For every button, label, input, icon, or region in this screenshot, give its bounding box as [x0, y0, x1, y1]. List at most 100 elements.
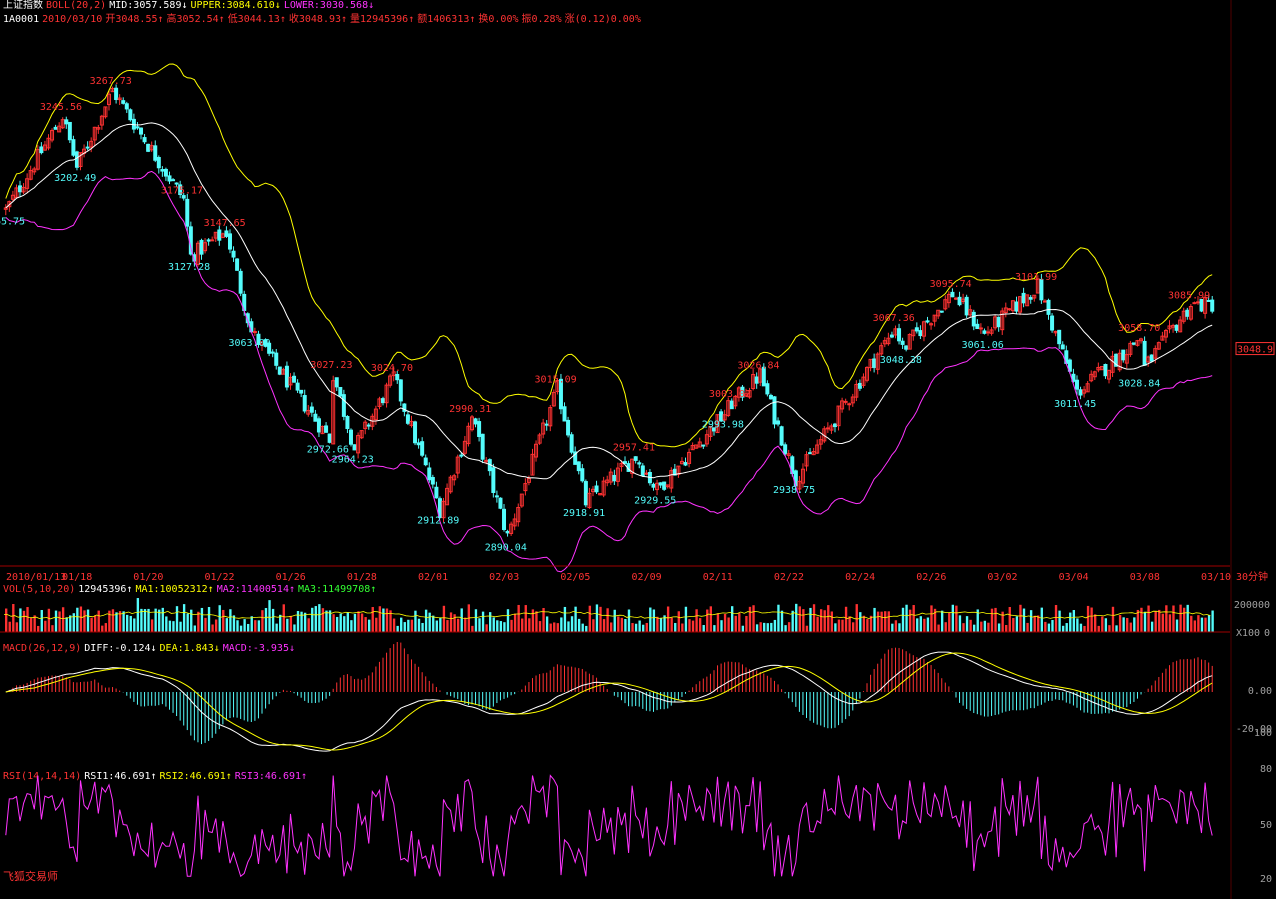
volume-bar	[143, 609, 147, 632]
volume-bar	[973, 624, 976, 632]
candle-body	[783, 444, 788, 455]
volume-bar	[709, 606, 713, 632]
price-label: 3067.36	[873, 313, 915, 324]
volume-bar	[1126, 617, 1129, 632]
volume-bar	[257, 620, 261, 632]
volume-bar	[841, 619, 844, 632]
candle-body	[292, 375, 297, 383]
x-tick-label: 03/04	[1059, 572, 1089, 583]
candle-body	[1185, 309, 1190, 317]
volume-bar	[1172, 605, 1175, 632]
volume-bar	[1108, 625, 1111, 632]
volume-bar	[894, 620, 898, 632]
volume-bar	[802, 609, 805, 632]
candle-body	[768, 394, 773, 400]
candle-body	[366, 424, 371, 427]
volume-bar	[111, 609, 115, 632]
volume-bar	[652, 609, 656, 632]
volume-bar	[1182, 607, 1186, 632]
volume-bar	[898, 623, 901, 632]
volume-bar	[414, 610, 417, 632]
vol-axis-label: 200000	[1234, 600, 1270, 611]
volume-bar	[570, 616, 574, 632]
candle-body	[729, 400, 734, 410]
candle-body	[953, 297, 958, 300]
volume-bar	[1190, 615, 1193, 632]
candle-body	[160, 169, 165, 172]
price-label: 2957.41	[613, 443, 655, 454]
candle-body	[345, 416, 350, 430]
candle-body	[395, 374, 400, 381]
volume-bar	[22, 610, 26, 632]
volume-bar	[65, 617, 68, 632]
price-label: 3063.09	[228, 338, 270, 349]
price-label: 3085.99	[1168, 291, 1210, 302]
candle-body	[398, 379, 403, 402]
volume-bar	[247, 623, 250, 632]
volume-bar	[521, 618, 524, 632]
volume-bar	[261, 610, 264, 632]
volume-bar	[980, 621, 983, 632]
candle-body	[772, 396, 777, 425]
volume-bar	[880, 611, 883, 632]
volume-bar	[553, 622, 556, 632]
volume-bar	[1115, 625, 1118, 632]
volume-bar	[567, 621, 570, 632]
volume-bar	[182, 604, 186, 632]
candle-body	[975, 323, 980, 330]
x-tick-label: 02/09	[632, 572, 662, 583]
volume-bar	[923, 618, 926, 632]
price-label: 2990.31	[449, 404, 491, 415]
volume-bar	[727, 617, 730, 632]
volume-bar	[926, 617, 930, 632]
volume-bar	[126, 614, 129, 632]
candle-body	[843, 400, 848, 403]
volume-bar	[115, 612, 118, 632]
volume-bar	[282, 604, 285, 632]
candle-body	[1103, 364, 1108, 377]
volume-bar	[179, 621, 182, 632]
volume-bar	[1179, 604, 1182, 632]
candle-body	[1192, 302, 1197, 305]
volume-bar	[834, 623, 837, 632]
volume-bar	[677, 611, 680, 632]
volume-bar	[545, 616, 549, 632]
candle-body	[566, 419, 571, 436]
candle-body	[477, 421, 482, 438]
price-label: 3165.75	[0, 216, 25, 227]
volume-bar	[606, 608, 609, 632]
candle-body	[114, 87, 119, 100]
price-label: 3127.28	[168, 262, 210, 273]
volume-bar	[937, 624, 940, 632]
volume-bar	[716, 613, 720, 632]
price-label: 3147.65	[204, 218, 246, 229]
stock-chart[interactable]: 3165.75 3245.56 3202.49 3267.73 3175.17 3127.…	[0, 0, 1276, 899]
volume-bar	[577, 618, 581, 632]
volume-bar	[303, 612, 307, 632]
candle-body	[1131, 342, 1136, 345]
volume-bar	[1168, 614, 1172, 632]
candle-body	[897, 328, 902, 342]
volume-bar	[1158, 609, 1161, 632]
candle-body	[316, 418, 321, 433]
volume-bar	[1061, 625, 1065, 632]
volume-bar	[350, 620, 353, 632]
volume-bar	[442, 605, 446, 632]
volume-bar	[1076, 618, 1079, 632]
current-price-label: 3048.9	[1237, 345, 1273, 356]
volume-bar	[738, 613, 741, 632]
price-label: 2912.89	[417, 515, 459, 526]
volume-bar	[200, 607, 204, 632]
candle-body	[633, 456, 638, 461]
candle-body	[900, 340, 905, 345]
volume-bar	[816, 616, 819, 632]
volume-bar	[574, 606, 577, 632]
candle-body	[217, 229, 222, 241]
volume-bar	[642, 624, 645, 632]
volume-bar	[987, 622, 990, 632]
price-label: 3058.70	[1118, 323, 1160, 334]
volume-bar	[492, 617, 495, 632]
volume-bar	[506, 609, 510, 632]
candle-body	[238, 270, 243, 294]
volume-bar	[481, 611, 485, 632]
